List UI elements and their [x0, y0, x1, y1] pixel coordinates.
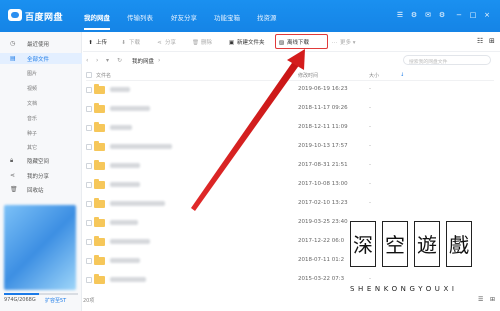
annotation-arrow [191, 49, 305, 211]
arrow-shaft [191, 60, 300, 211]
